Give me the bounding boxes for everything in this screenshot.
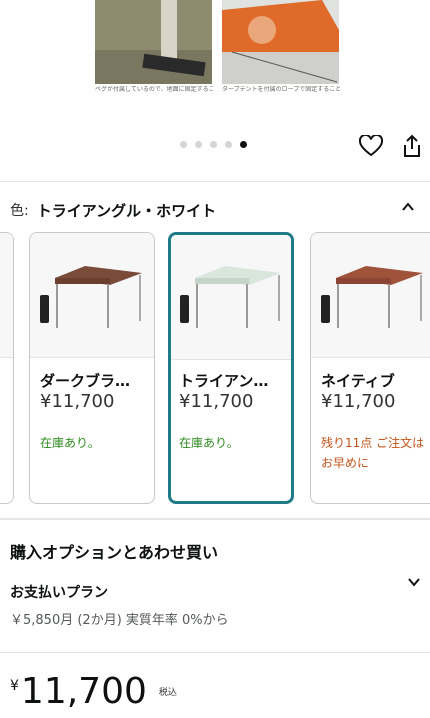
gallery-caption-right: タープテントを付属のロープで固定することも可能です。 <box>222 86 340 93</box>
gallery-dot[interactable] <box>210 141 217 148</box>
currency-symbol: ¥ <box>10 678 19 694</box>
gallery-pagination[interactable] <box>180 141 247 148</box>
gallery-image-rope[interactable] <box>222 0 339 84</box>
chevron-down-icon[interactable] <box>406 574 422 594</box>
divider <box>0 652 430 653</box>
payment-plan-title[interactable]: お支払いプラン <box>10 582 108 602</box>
variation-card-partial[interactable] <box>0 232 14 504</box>
selected-color-value: トライアングル・ホワイト <box>36 201 217 220</box>
chevron-up-icon[interactable] <box>400 199 416 219</box>
gallery-image-peg[interactable] <box>95 0 212 84</box>
variation-price: ¥11,700 <box>40 391 115 412</box>
variation-name: トライアン… <box>179 372 269 390</box>
divider <box>0 518 430 520</box>
tax-note: 税込 <box>158 688 177 698</box>
variation-card-native[interactable]: ネイティブ ¥11,700 残り11点 ご注文はお早めに <box>310 232 430 504</box>
gallery-dot[interactable] <box>225 141 232 148</box>
gallery-dot[interactable] <box>180 141 187 148</box>
payment-plan-detail: ￥5,850月 (2か月) 実質年率 0%から <box>10 613 229 628</box>
variation-thumbnail <box>30 233 154 358</box>
variation-stock-low: 残り11点 ご注文はお早めに <box>321 436 425 470</box>
gallery-dot-active[interactable] <box>240 141 247 148</box>
variation-thumbnail <box>171 235 291 360</box>
color-label: 色: <box>10 203 29 219</box>
variation-card-dark-brown[interactable]: ダークブラ… ¥11,700 在庫あり。 <box>29 232 155 504</box>
buybox-price: ¥ 11,700 税込 <box>10 672 177 712</box>
price-amount: 11,700 <box>20 671 147 712</box>
variation-thumbnail <box>0 233 13 358</box>
share-icon[interactable] <box>399 133 425 159</box>
divider <box>0 181 430 182</box>
variation-name: ダークブラ… <box>40 372 131 390</box>
variation-price: ¥11,700 <box>179 391 254 412</box>
variation-name: ネイティブ <box>321 372 395 390</box>
variation-card-triangle-white[interactable]: トライアン… ¥11,700 在庫あり。 <box>168 232 294 504</box>
variation-swatch-carousel[interactable]: ダークブラ… ¥11,700 在庫あり。 トライアン… ¥11,700 在庫あり… <box>0 232 430 504</box>
gallery-dot[interactable] <box>195 141 202 148</box>
variation-stock: 在庫あり。 <box>40 436 100 450</box>
variation-thumbnail <box>311 233 430 358</box>
variation-stock: 在庫あり。 <box>179 436 239 450</box>
wishlist-heart-icon[interactable] <box>358 133 384 159</box>
purchase-options-title: 購入オプションとあわせ買い <box>10 543 219 562</box>
product-image-gallery[interactable]: ペグが付属しているので、地面に固定することもできます。 タープテントを付属のロー… <box>0 0 430 108</box>
gallery-caption-left: ペグが付属しているので、地面に固定することもできます。 <box>95 86 213 93</box>
variation-price: ¥11,700 <box>321 391 396 412</box>
variation-header[interactable]: 色: トライアングル・ホワイト <box>10 199 420 221</box>
